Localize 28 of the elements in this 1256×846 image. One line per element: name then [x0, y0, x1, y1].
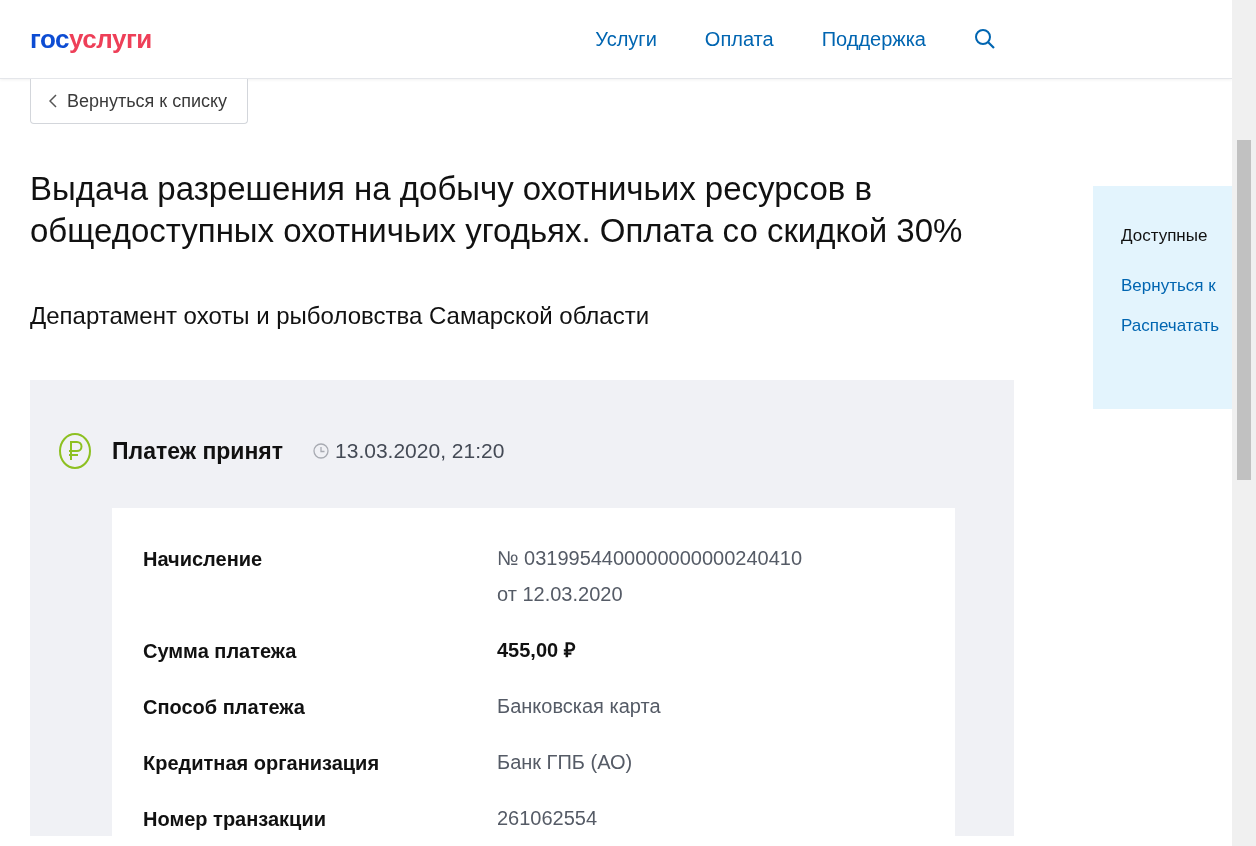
payment-datetime: 13.03.2020, 21:20 — [335, 439, 505, 463]
back-button[interactable]: Вернуться к списку — [30, 79, 249, 124]
scrollbar-thumb[interactable] — [1237, 140, 1251, 480]
detail-label: Сумма платежа — [143, 640, 298, 664]
detail-label: Кредитная организация — [143, 752, 381, 776]
search-icon[interactable] — [974, 28, 996, 50]
detail-label: Номер транзакции — [143, 808, 327, 832]
detail-label: Начисление — [143, 548, 264, 572]
detail-value: Банк ГПБ (АО) — [497, 750, 633, 775]
detail-value: 261062554 — [497, 806, 598, 831]
detail-value: № 0319954400000000000240410 от 12.03.2020 — [497, 546, 803, 607]
nav-link[interactable]: Поддержка — [821, 27, 926, 51]
payment-status: Платеж принят — [112, 437, 284, 465]
action-link[interactable]: Вернуться к — [1121, 276, 1232, 296]
detail-value: Банковская карта — [497, 694, 661, 719]
logo[interactable]: госуслуги — [30, 23, 152, 55]
ruble-icon — [58, 432, 92, 470]
nav-link[interactable]: Оплата — [704, 27, 774, 51]
action-link[interactable]: Распечатать — [1121, 316, 1232, 336]
detail-value: 455,00 ₽ — [497, 638, 576, 663]
page-title: Выдача разрешения на добычу охотничьих ресурсов в общедоступных охотничьих угодьях. Оплата со скидкой 30% — [30, 169, 964, 251]
nav-link[interactable]: Услуги — [595, 27, 657, 51]
clock-icon — [313, 443, 330, 459]
chevron-left-icon — [49, 94, 57, 108]
panel-title: Доступные — [1121, 226, 1209, 246]
department-name: Департамент охоты и рыболовства Самарской области — [30, 302, 650, 330]
scrollbar[interactable] — [1232, 0, 1256, 846]
detail-label: Способ платежа — [143, 696, 306, 720]
